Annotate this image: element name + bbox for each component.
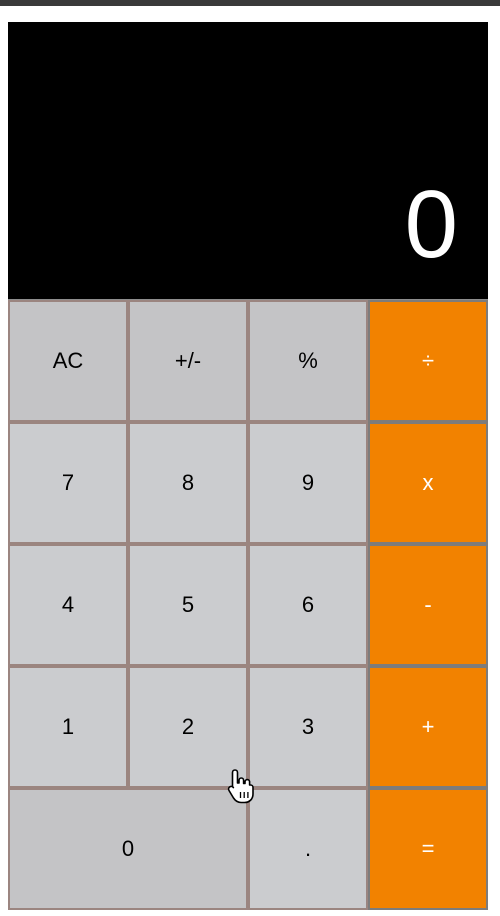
digit-9-button[interactable]: 9 [248, 422, 368, 544]
percent-button[interactable]: % [248, 300, 368, 422]
digit-1-button[interactable]: 1 [8, 666, 128, 788]
digit-2-button[interactable]: 2 [128, 666, 248, 788]
multiply-button[interactable]: x [368, 422, 488, 544]
clear-button[interactable]: AC [8, 300, 128, 422]
display-value: 0 [404, 171, 458, 278]
keypad: AC +/- % ÷ 7 8 9 x 4 5 6 - 1 2 3 + 0 . = [8, 300, 488, 910]
digit-0-button[interactable]: 0 [8, 788, 248, 910]
equals-button[interactable]: = [368, 788, 488, 910]
digit-6-button[interactable]: 6 [248, 544, 368, 666]
digit-8-button[interactable]: 8 [128, 422, 248, 544]
digit-7-button[interactable]: 7 [8, 422, 128, 544]
sign-toggle-button[interactable]: +/- [128, 300, 248, 422]
window-top-bar [0, 0, 500, 6]
digit-5-button[interactable]: 5 [128, 544, 248, 666]
decimal-button[interactable]: . [248, 788, 368, 910]
calculator: 0 AC +/- % ÷ 7 8 9 x 4 5 6 - 1 2 3 + 0 .… [8, 22, 488, 910]
digit-3-button[interactable]: 3 [248, 666, 368, 788]
display: 0 [8, 22, 488, 299]
digit-4-button[interactable]: 4 [8, 544, 128, 666]
subtract-button[interactable]: - [368, 544, 488, 666]
divide-button[interactable]: ÷ [368, 300, 488, 422]
add-button[interactable]: + [368, 666, 488, 788]
